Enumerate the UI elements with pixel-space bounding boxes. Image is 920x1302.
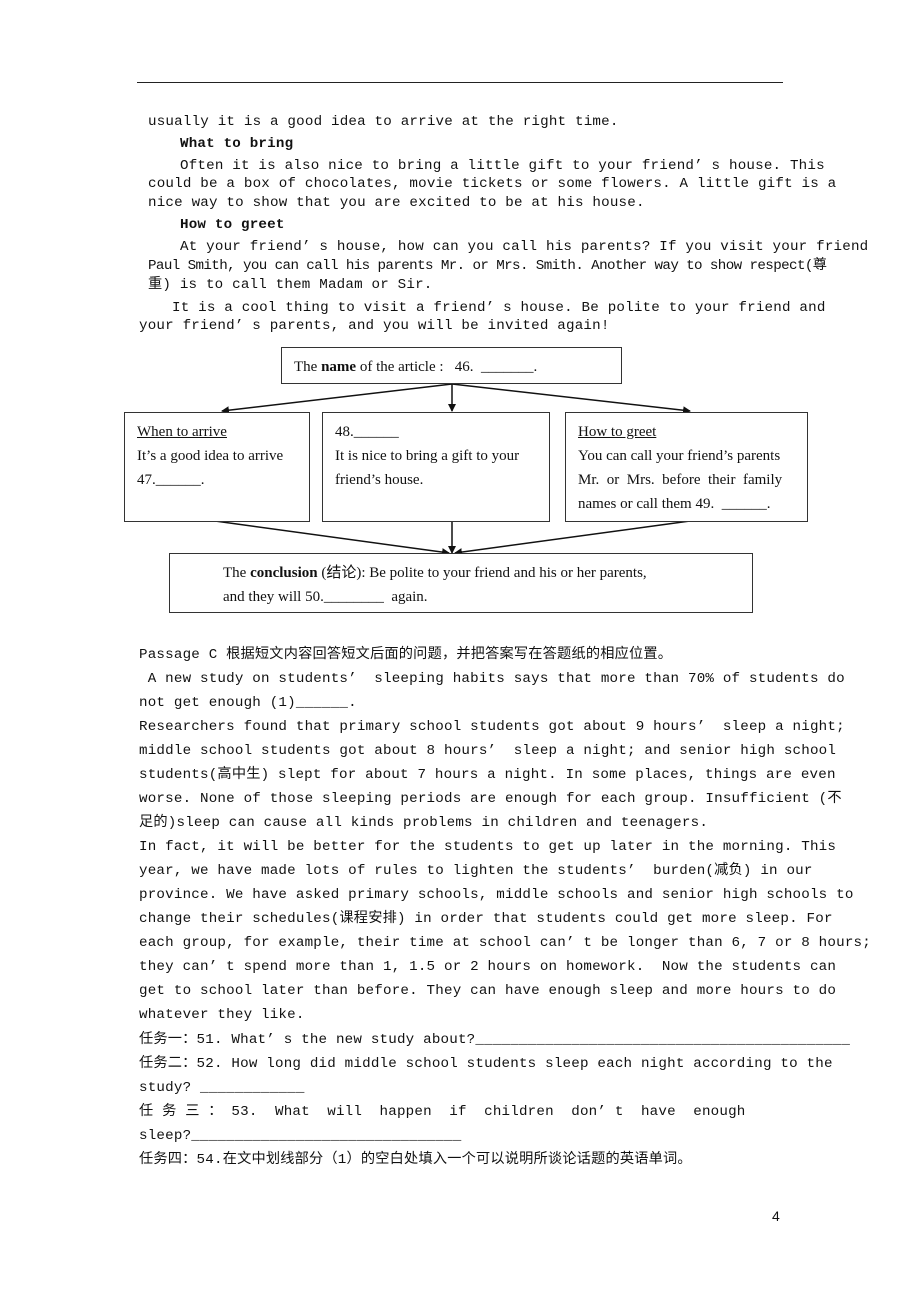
- box-text: It’s a good idea to arrive: [137, 448, 284, 464]
- arrow-to-right-box: [451, 383, 691, 415]
- arrow-to-left-box: [221, 383, 453, 415]
- arrow-right-to-bottom: [454, 520, 691, 557]
- text-line: students(高中生) slept for about 7 hours a …: [139, 767, 836, 783]
- text-line: year, we have made lots of rules to ligh…: [139, 863, 813, 879]
- diagram-box-when-to-arrive: When to arrive It’s a good idea to arriv…: [124, 412, 310, 522]
- text-line: middle school students got about 8 hours…: [139, 743, 837, 759]
- text-line: province. We have asked primary schools,…: [139, 887, 854, 903]
- page-number: 4: [772, 1208, 780, 1224]
- box-text-bold: name: [321, 359, 357, 375]
- text-line: A new study on students’ sleeping habits…: [139, 671, 845, 687]
- blank-49: names or call them 49. ______.: [578, 496, 771, 512]
- task-53-answer-line: sleep?_______________________________: [139, 1128, 462, 1144]
- task-52: 任务二：52. How long did middle school stude…: [139, 1056, 833, 1072]
- passage-c-instruction: Passage C 根据短文内容回答短文后面的问题，并把答案写在答题纸的相应位置…: [139, 647, 673, 663]
- text-line: whatever they like.: [139, 1007, 305, 1023]
- text-line: each group, for example, their time at s…: [139, 935, 871, 951]
- text-line: In fact, it will be better for the stude…: [139, 839, 837, 855]
- document-page: usually it is a good idea to arrive at t…: [0, 0, 920, 1302]
- task-52-answer-line: study? ____________: [139, 1080, 305, 1096]
- blank-50: and they will 50.________ again.: [223, 589, 428, 605]
- text-line: Researchers found that primary school st…: [139, 719, 845, 735]
- box-title: How to greet: [578, 424, 657, 440]
- task-51: 任务一：51. What’ s the new study about?____…: [139, 1032, 851, 1048]
- task-53: 任 务 三 ： 53. What will happen if children…: [139, 1104, 746, 1120]
- box-text: It is nice to bring a gift to your: [335, 448, 520, 464]
- box-text: (结论): Be polite to your friend and his o…: [317, 565, 647, 581]
- blank-46: of the article : 46. _______.: [356, 359, 538, 375]
- box-text: You can call your friend’s parents: [578, 448, 781, 464]
- text-line-blank-1: not get enough (1)______.: [139, 695, 357, 711]
- text-line: 足的)sleep can cause all kinds problems in…: [139, 815, 709, 831]
- box-text-bold: conclusion: [250, 565, 318, 581]
- box-text: Mr. or Mrs. before their family: [578, 472, 783, 488]
- text-line: they can’ t spend more than 1, 1.5 or 2 …: [139, 959, 837, 975]
- box-text: The: [294, 359, 322, 375]
- diagram-box-what-to-bring: 48.______ It is nice to bring a gift to …: [322, 412, 550, 522]
- blank-48: 48.______: [335, 424, 399, 440]
- blank-47: 47.______.: [137, 472, 205, 488]
- box-text: friend’s house.: [335, 472, 424, 488]
- box-title: When to arrive: [137, 424, 227, 440]
- arrow-left-to-bottom: [214, 520, 450, 557]
- diagram-box-how-to-greet: How to greet You can call your friend’s …: [565, 412, 808, 522]
- diagram-box-conclusion: The conclusion (结论): Be polite to your f…: [169, 553, 753, 613]
- text-line: change their schedules(课程安排) in order th…: [139, 911, 833, 927]
- task-54: 任务四：54.在文中划线部分（1）的空白处填入一个可以说明所谈论话题的英语单词。: [139, 1152, 692, 1168]
- text-line: worse. None of those sleeping periods ar…: [139, 791, 842, 807]
- text-line: get to school later than before. They ca…: [139, 983, 837, 999]
- box-text: The: [223, 565, 251, 581]
- diagram-box-article-name: The name of the article : 46. _______.: [281, 347, 622, 384]
